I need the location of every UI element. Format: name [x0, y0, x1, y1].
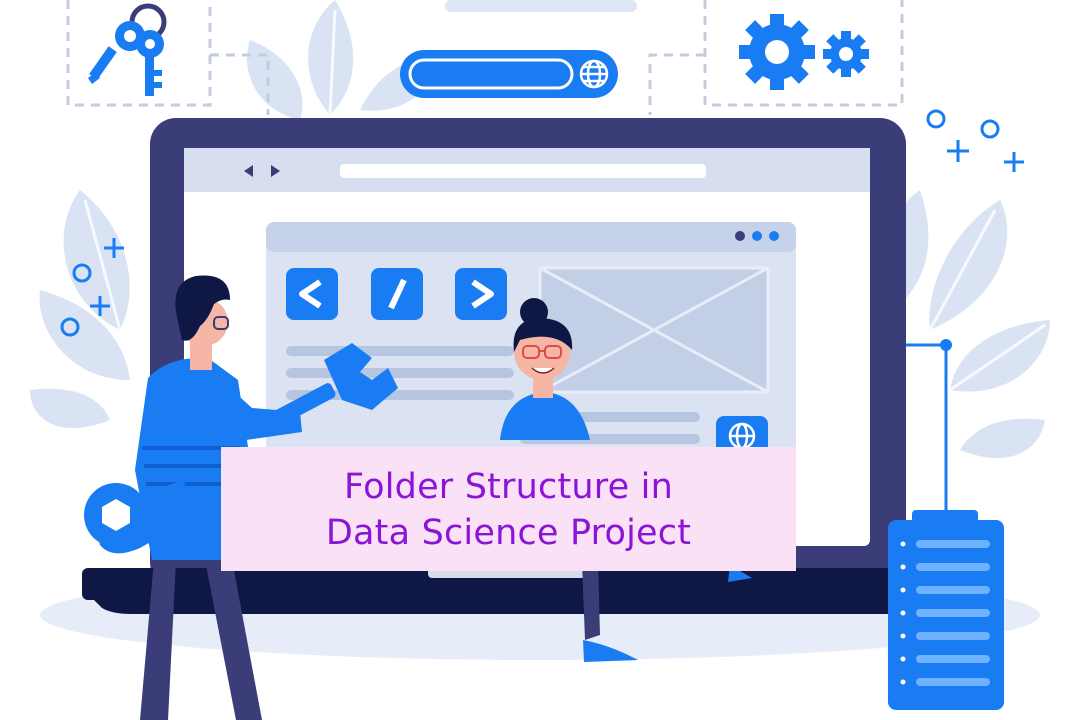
- code-close-bracket-icon: [455, 268, 507, 320]
- developer-illustration: [30, 0, 1050, 720]
- title-line-1: Folder Structure in: [344, 467, 673, 507]
- top-bar-strip: [445, 0, 637, 12]
- nut-icon: [84, 483, 148, 547]
- keys-icon: [88, 3, 167, 96]
- image-placeholder-icon: [538, 266, 770, 394]
- code-slash-icon: [371, 268, 423, 320]
- title-line-2: Data Science Project: [325, 513, 692, 553]
- gear-icon: [739, 14, 869, 90]
- illustration-stage: Folder Structure in Data Science Project: [0, 0, 1080, 720]
- code-open-bracket-icon: [286, 268, 338, 320]
- browser-window: [184, 148, 870, 192]
- title-banner: Folder Structure in Data Science Project: [221, 447, 796, 571]
